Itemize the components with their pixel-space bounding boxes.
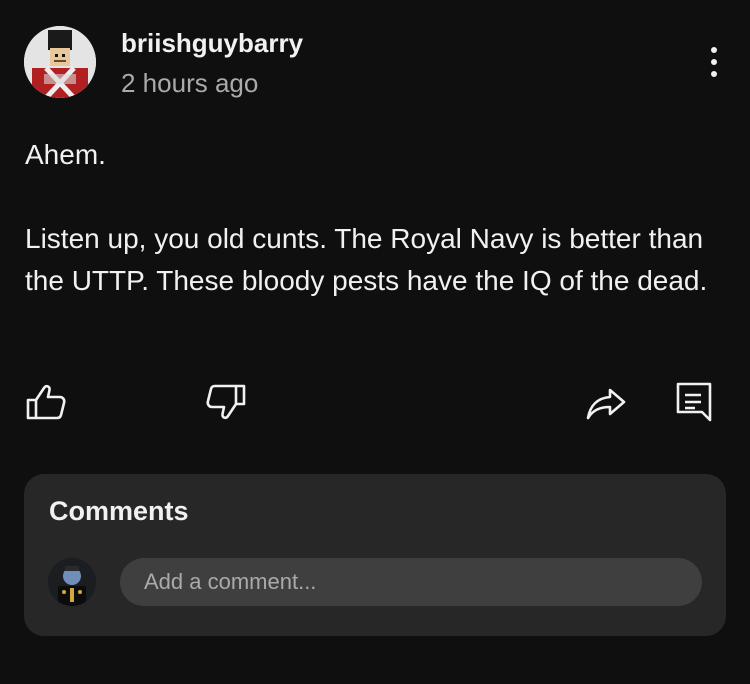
comments-title: Comments <box>49 496 189 526</box>
share-icon <box>586 388 626 420</box>
like-button[interactable] <box>22 378 70 426</box>
thumbs-down-icon <box>206 384 246 420</box>
post-timestamp: 2 hours ago <box>121 68 259 98</box>
comment-icon <box>676 382 712 422</box>
author-avatar[interactable] <box>24 26 96 98</box>
post-header: briishguybarry 2 hours ago <box>24 26 726 102</box>
current-user-avatar <box>48 558 96 606</box>
more-options-button[interactable] <box>702 44 726 84</box>
post-paragraph: Listen up, you old cunts. The Royal Navy… <box>25 223 708 296</box>
comment-button[interactable] <box>670 378 718 426</box>
post-actions <box>0 378 750 428</box>
author-username[interactable]: briishguybarry <box>121 28 303 59</box>
avatar-image <box>48 558 96 606</box>
comments-panel[interactable]: Comments <box>24 474 726 636</box>
avatar-image <box>24 26 96 98</box>
add-comment-input[interactable] <box>120 558 702 606</box>
thumbs-up-icon <box>26 384 66 420</box>
post-paragraph: Ahem. <box>25 139 106 170</box>
share-button[interactable] <box>582 378 630 426</box>
post-body: Ahem. Listen up, you old cunts. The Roya… <box>25 134 725 302</box>
more-vertical-icon <box>702 47 726 77</box>
dislike-button[interactable] <box>202 378 250 426</box>
